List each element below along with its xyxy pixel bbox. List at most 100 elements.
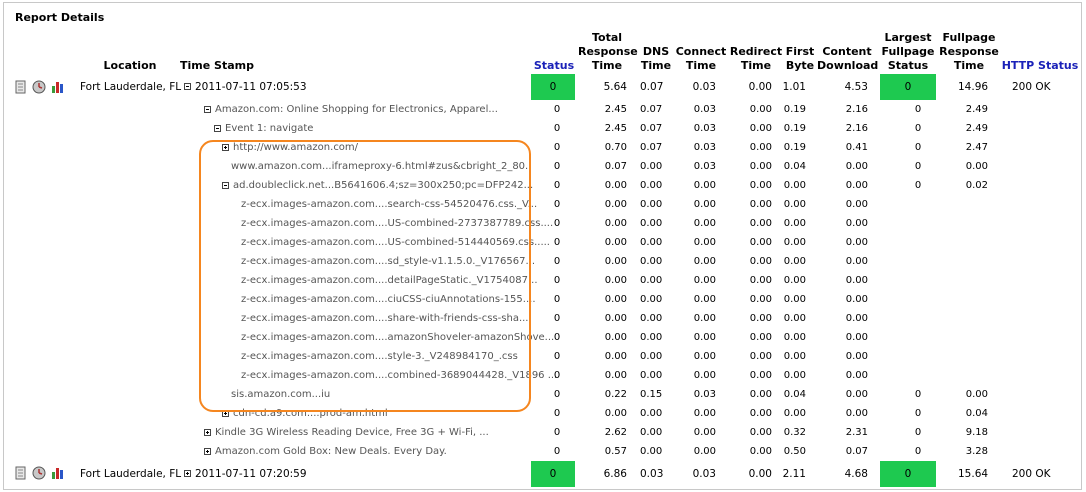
timestamp[interactable]: 2011-07-11 07:20:59 [195,468,307,480]
fullpage-response: 14.96 [958,81,989,93]
fullpage-response: 0.00 [965,389,988,400]
dns-time: 0.07 [640,81,664,93]
connect-time: 0.00 [693,237,716,248]
fullpage-response: 2.49 [965,104,988,115]
dns-time: 0.15 [640,389,663,400]
highlight-annotation [199,140,531,412]
document-icon[interactable] [14,80,28,94]
dns-time: 0.00 [640,351,663,362]
content-download: 0.00 [845,313,868,324]
status-value: 0 [553,237,561,248]
first-byte: 0.00 [783,294,806,305]
fullpage-response: 3.28 [965,446,988,457]
status-value: 0 [553,313,561,324]
clock-icon[interactable] [32,466,46,480]
redirect-time: 0.00 [749,446,772,457]
status-value: 0 [553,294,561,305]
content-download: 0.00 [845,294,868,305]
connect-time: 0.00 [693,351,716,362]
largest-status-badge: 0 [880,74,936,100]
dns-time: 0.00 [640,294,663,305]
expand-toggle[interactable] [204,448,211,455]
status-value: 0 [553,408,561,419]
total-response: 0.00 [604,313,627,324]
redirect-time: 0.00 [749,123,772,134]
detail-label[interactable]: Amazon.com: Online Shopping for Electron… [215,104,498,116]
first-byte: 0.04 [783,389,806,400]
total-response: 0.00 [604,199,627,210]
fullpage-response: 0.04 [965,408,988,419]
location: Fort Lauderdale, FL [80,81,182,93]
redirect-time: 0.00 [749,237,772,248]
detail-label[interactable]: Amazon.com Gold Box: New Deals. Every Da… [215,446,447,458]
connect-time: 0.00 [693,446,716,457]
fullpage-response: 0.02 [965,180,988,191]
largest-status: 0 [914,446,922,457]
content-download: 4.68 [844,468,868,480]
total-response: 0.00 [604,180,627,191]
first-byte: 0.00 [783,218,806,229]
total-response: 0.00 [604,294,627,305]
largest-status: 0 [914,389,922,400]
content-download: 2.16 [845,123,868,134]
status-value: 0 [553,446,561,457]
connect-time: 0.03 [693,123,716,134]
header-status[interactable]: Status [530,59,578,73]
collapse-toggle[interactable] [184,83,191,90]
status-value: 0 [553,123,561,134]
total-response: 0.00 [604,351,627,362]
fullpage-response: 2.49 [965,123,988,134]
total-response: 2.62 [604,427,627,438]
http-status: 200 OK [1012,468,1051,480]
detail-label[interactable]: Event 1: navigate [225,123,313,135]
header-redirect: Redirect Time [729,45,783,72]
connect-time: 0.00 [693,332,716,343]
first-byte: 0.00 [783,237,806,248]
redirect-time: 0.00 [749,142,772,153]
connect-time: 0.00 [693,427,716,438]
first-byte: 0.19 [783,123,806,134]
total-response: 0.00 [604,218,627,229]
first-byte: 0.00 [783,256,806,267]
redirect-time: 0.00 [749,370,772,381]
redirect-time: 0.00 [749,104,772,115]
content-download: 0.41 [845,142,868,153]
redirect-time: 0.00 [749,199,772,210]
header-connect: Connect Time [675,45,727,72]
redirect-time: 0.00 [749,313,772,324]
document-icon[interactable] [14,466,28,480]
first-byte: 2.11 [782,468,806,480]
dns-time: 0.07 [640,142,663,153]
status-value: 0 [553,256,561,267]
detail-label[interactable]: Kindle 3G Wireless Reading Device, Free … [215,427,489,439]
first-byte: 1.01 [782,81,806,93]
connect-time: 0.03 [692,81,716,93]
clock-icon[interactable] [32,80,46,94]
bar-chart-icon[interactable] [51,80,65,94]
status-value: 0 [553,370,561,381]
expand-toggle[interactable] [184,470,191,477]
connect-time: 0.00 [693,180,716,191]
redirect-time: 0.00 [749,275,772,286]
collapse-toggle[interactable] [204,106,211,113]
dns-time: 0.00 [640,237,663,248]
fullpage-response: 2.47 [965,142,988,153]
content-download: 0.00 [845,332,868,343]
first-byte: 0.19 [783,104,806,115]
collapse-toggle[interactable] [214,125,221,132]
redirect-time: 0.00 [749,408,772,419]
content-download: 0.00 [845,180,868,191]
timestamp[interactable]: 2011-07-11 07:05:53 [195,81,307,93]
expand-toggle[interactable] [204,429,211,436]
largest-status: 0 [914,104,922,115]
fullpage-response: 15.64 [958,468,989,480]
first-byte: 0.00 [783,408,806,419]
header-http-status[interactable]: HTTP Status [1000,59,1080,73]
dns-time: 0.03 [640,468,664,480]
content-download: 0.00 [845,370,868,381]
dns-time: 0.00 [640,275,663,286]
first-byte: 0.00 [783,275,806,286]
largest-status: 0 [914,180,922,191]
bar-chart-icon[interactable] [51,466,65,480]
dns-time: 0.00 [640,161,663,172]
